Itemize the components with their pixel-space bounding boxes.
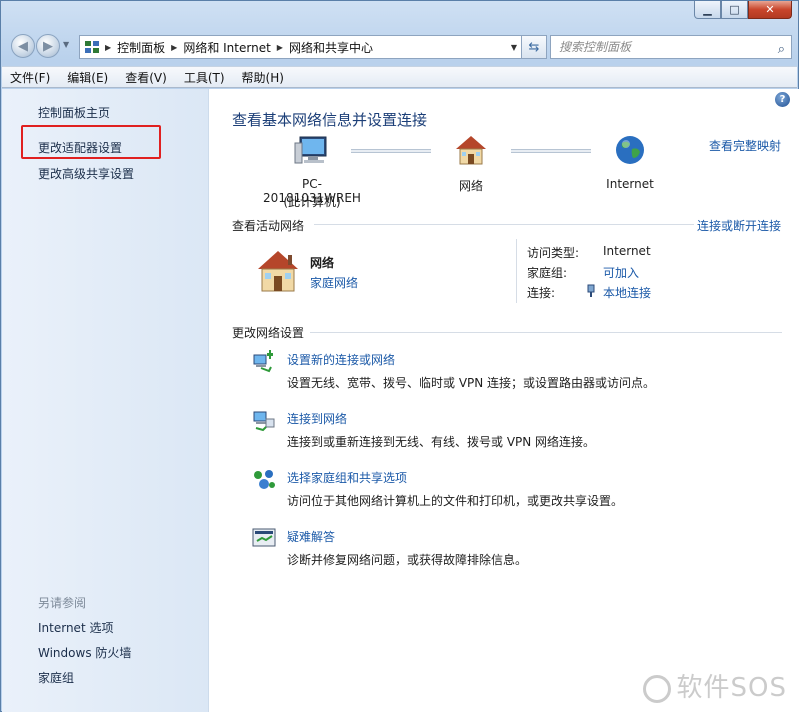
- search-placeholder: 搜索控制面板: [559, 40, 632, 54]
- forward-button[interactable]: ▶: [36, 34, 60, 58]
- access-type-label: 访问类型:: [527, 246, 580, 260]
- task-troubleshoot-link[interactable]: 疑难解答: [287, 528, 335, 545]
- sidebar: 控制面板主页 更改适配器设置 更改高级共享设置 另请参阅 Internet 选项…: [2, 89, 209, 712]
- active-networks-header: 查看活动网络: [232, 219, 305, 233]
- connection-line: [511, 149, 591, 153]
- caption-buttons: ▁ □ ✕: [694, 1, 792, 19]
- task-new-connection-link[interactable]: 设置新的连接或网络: [287, 351, 395, 368]
- address-bar[interactable]: ▶ 控制面板 ▶ 网络和 Internet ▶ 网络和共享中心 ▼: [79, 35, 522, 59]
- computer-icon: [294, 136, 327, 164]
- refresh-icon: ⇆: [528, 39, 540, 55]
- breadcrumb-network-internet[interactable]: 网络和 Internet: [183, 39, 270, 56]
- section-divider: [310, 332, 782, 333]
- section-divider: [314, 224, 694, 225]
- connection-line: [351, 149, 431, 153]
- access-type-value: Internet: [603, 244, 651, 258]
- task-connect-network-link[interactable]: 连接到网络: [287, 410, 347, 427]
- active-network-type[interactable]: 家庭网络: [310, 274, 358, 291]
- page-title: 查看基本网络信息并设置连接: [232, 111, 428, 129]
- refresh-button[interactable]: ⇆: [521, 35, 547, 59]
- troubleshoot-icon: [252, 528, 276, 547]
- ethernet-icon: [587, 284, 595, 297]
- close-button[interactable]: ✕: [748, 1, 792, 19]
- search-input[interactable]: 搜索控制面板 ⌕: [550, 35, 792, 59]
- see-also-label: 另请参阅: [38, 596, 87, 610]
- watermark-logo-icon: [642, 674, 671, 703]
- navigation-bar: ◀ ▶ ▼ ▶ 控制面板 ▶ 网络和 Internet ▶ 网络和共享中心 ▼ …: [9, 32, 792, 60]
- homegroup-label: 家庭组:: [527, 266, 568, 280]
- arrow-left-icon: ◀: [18, 38, 28, 54]
- help-button[interactable]: ?: [775, 92, 790, 107]
- watermark-text: 软件SOS: [676, 673, 787, 703]
- internet-node-label: Internet: [606, 177, 654, 191]
- vertical-divider: [516, 239, 517, 303]
- sidebar-item-adapter-settings[interactable]: 更改适配器设置: [38, 139, 122, 156]
- new-connection-icon: [253, 350, 273, 373]
- breadcrumb-control-panel[interactable]: 控制面板: [117, 39, 165, 56]
- task-homegroup-link[interactable]: 选择家庭组和共享选项: [287, 469, 407, 486]
- breadcrumb-separator: ▶: [171, 42, 178, 52]
- home-network-icon: [258, 251, 298, 292]
- content-area: 控制面板主页 更改适配器设置 更改高级共享设置 另请参阅 Internet 选项…: [2, 89, 799, 712]
- recent-pages-dropdown[interactable]: ▼: [63, 40, 69, 49]
- view-full-map-link[interactable]: 查看完整映射: [709, 137, 781, 154]
- menu-file[interactable]: 文件(F): [10, 69, 50, 86]
- sidebar-item-advanced-sharing[interactable]: 更改高级共享设置: [38, 165, 134, 182]
- back-button[interactable]: ◀: [11, 34, 35, 58]
- sidebar-item-internet-options[interactable]: Internet 选项: [38, 619, 113, 636]
- window: ▁ □ ✕ ◀ ▶ ▼ ▶ 控制面板 ▶ 网络和 Internet ▶ 网络和共…: [0, 0, 799, 712]
- network-node-label: 网络: [458, 179, 483, 193]
- menu-edit[interactable]: 编辑(E): [67, 69, 108, 86]
- homegroup-sharing-icon: [254, 470, 275, 489]
- connection-label: 连接:: [527, 286, 556, 300]
- globe-icon: [616, 136, 644, 164]
- connect-disconnect-link[interactable]: 连接或断开连接: [697, 217, 781, 234]
- change-settings-header: 更改网络设置: [232, 326, 305, 340]
- main-panel: ? 查看基本网络信息并设置连接 查看完整映射 PC-20181031WREH (…: [210, 89, 799, 712]
- connect-network-icon: [253, 411, 275, 432]
- breadcrumb-network-center[interactable]: 网络和共享中心: [289, 39, 373, 56]
- maximize-icon: □: [729, 3, 740, 16]
- breadcrumb-separator: ▶: [276, 42, 283, 52]
- maximize-button[interactable]: □: [721, 1, 748, 19]
- menu-bar: 文件(F) 编辑(E) 查看(V) 工具(T) 帮助(H): [2, 66, 797, 88]
- address-dropdown-icon[interactable]: ▼: [511, 43, 517, 52]
- sidebar-item-windows-firewall[interactable]: Windows 防火墙: [38, 644, 131, 661]
- computer-subtitle: (此计算机): [283, 195, 341, 209]
- task-new-connection-desc: 设置无线、宽带、拨号、临时或 VPN 连接；或设置路由器或访问点。: [287, 376, 656, 390]
- task-connect-network-desc: 连接到或重新连接到无线、有线、拨号或 VPN 网络连接。: [287, 435, 596, 449]
- help-icon: ?: [779, 94, 786, 105]
- network-folder-icon: [85, 41, 99, 53]
- local-connection-link[interactable]: 本地连接: [603, 284, 651, 301]
- sidebar-item-homegroup[interactable]: 家庭组: [38, 669, 74, 686]
- minimize-button[interactable]: ▁: [694, 1, 721, 19]
- arrow-right-icon: ▶: [43, 38, 53, 54]
- minimize-icon: ▁: [703, 3, 712, 16]
- watermark: 软件SOS: [642, 667, 787, 704]
- sidebar-item-control-panel-home[interactable]: 控制面板主页: [38, 104, 110, 121]
- homegroup-join-link[interactable]: 可加入: [603, 264, 639, 281]
- task-troubleshoot-desc: 诊断并修复网络问题，或获得故障排除信息。: [287, 553, 528, 567]
- menu-help[interactable]: 帮助(H): [242, 69, 284, 86]
- menu-view[interactable]: 查看(V): [125, 69, 167, 86]
- task-homegroup-desc: 访问位于其他网络计算机上的文件和打印机，或更改共享设置。: [287, 494, 624, 508]
- close-icon: ✕: [765, 3, 775, 16]
- search-icon[interactable]: ⌕: [778, 39, 785, 61]
- menu-tools[interactable]: 工具(T): [184, 69, 225, 86]
- house-icon: [456, 136, 486, 165]
- breadcrumb-separator: ▶: [105, 42, 112, 52]
- active-network-name: 网络: [310, 256, 335, 270]
